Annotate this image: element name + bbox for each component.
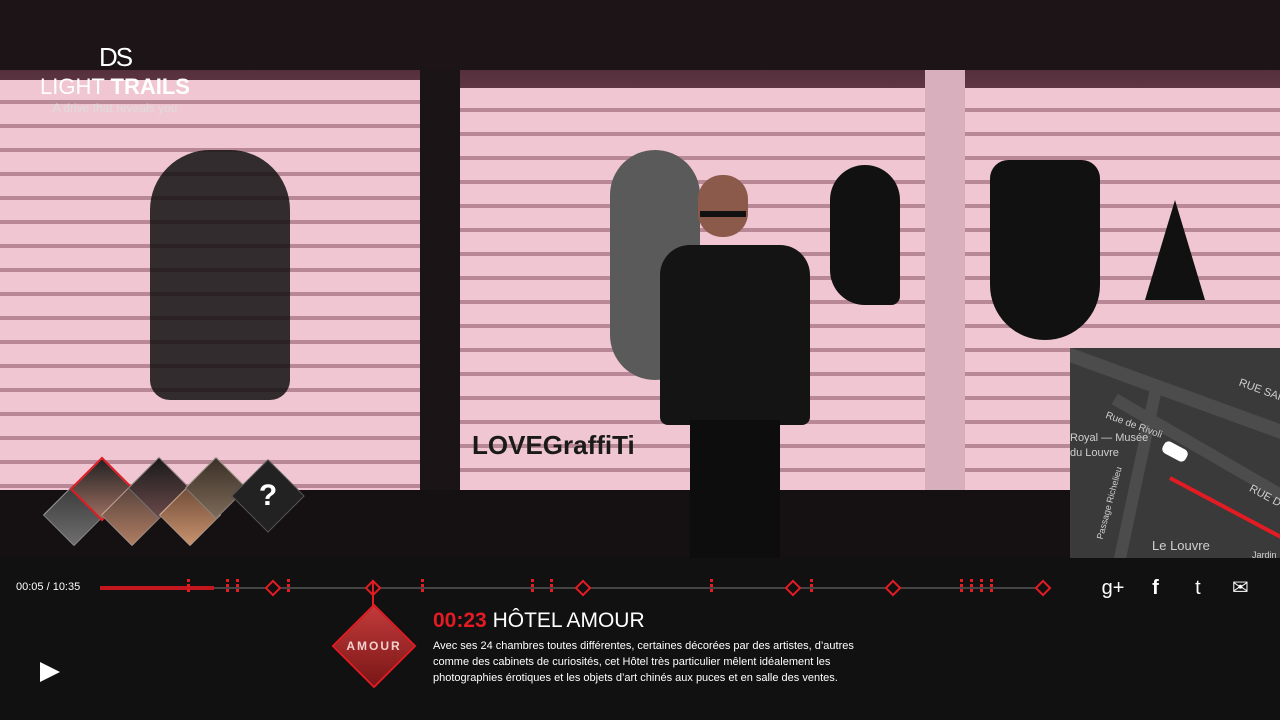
player-bar: 00:05 / 10:35 g+ f t ✉ AMOUR 00:23 HÔTEL…: [0, 558, 1280, 720]
timeline-marker[interactable]: [980, 579, 983, 597]
graffiti-shape: [990, 160, 1100, 340]
timeline-marker[interactable]: [287, 579, 290, 597]
map-label: RUE SAI: [1237, 376, 1280, 404]
chapter-title: 00:23 HÔTEL AMOUR: [433, 608, 645, 634]
map-label: Le Louvre: [1152, 538, 1210, 553]
timeline-chapter-marker[interactable]: [884, 579, 902, 597]
google-plus-icon[interactable]: g+: [1100, 576, 1126, 600]
hero-image: LOVEGraffiTi DS LIGHT TRAILS A drive tha…: [0, 0, 1280, 558]
site-title: LIGHT TRAILS: [40, 74, 190, 100]
timeline-chapter-marker[interactable]: [784, 579, 802, 597]
shutter-divider: [420, 0, 460, 558]
timeline-chapter-marker[interactable]: [264, 579, 282, 597]
person: [650, 175, 810, 558]
share-bar: g+ f t ✉: [1100, 576, 1265, 600]
timeline-marker[interactable]: [531, 579, 534, 597]
timeline-marker[interactable]: [810, 579, 813, 597]
facebook-icon[interactable]: f: [1142, 576, 1168, 600]
timeline-progress: [100, 586, 214, 590]
timeline-marker[interactable]: [970, 579, 973, 597]
timeline-marker[interactable]: [550, 579, 553, 597]
title-light: LIGHT: [40, 74, 105, 99]
timeline-marker[interactable]: [710, 579, 713, 597]
graffiti-shape: [150, 150, 290, 400]
graffiti-text: LOVEGraffiTi: [472, 430, 635, 460]
timeline-marker[interactable]: [236, 579, 239, 597]
tagline: A drive that reveals you: [52, 101, 178, 115]
ds-logo: DS: [98, 42, 133, 72]
chapter-thumb-text: AMOUR: [346, 639, 402, 653]
title-bold: TRAILS: [110, 74, 190, 99]
map-label: Royal — Musée: [1070, 432, 1149, 444]
timeline-track[interactable]: [100, 579, 1052, 597]
timeline-chapter-marker[interactable]: [1034, 579, 1052, 597]
chapter-thumbnail[interactable]: AMOUR: [331, 603, 417, 689]
mini-map[interactable]: RUE SAI Rue de Rivoli Royal — Musée du L…: [1070, 348, 1280, 558]
timecode: 00:05 / 10:35: [16, 581, 81, 593]
timeline-marker[interactable]: [960, 579, 963, 597]
wall-column: [925, 0, 965, 558]
play-icon[interactable]: [40, 662, 60, 682]
timeline-chapter-marker[interactable]: [574, 579, 592, 597]
chapter-name: HÔTEL AMOUR: [492, 609, 645, 632]
brand[interactable]: DS LIGHT TRAILS A drive that reveals you: [40, 40, 190, 116]
map-label: Jardin: [1252, 550, 1277, 558]
help-icon: ?: [258, 479, 278, 512]
map-label: du Louvre: [1070, 447, 1119, 459]
chapter-time: 00:23: [433, 609, 487, 632]
top-beam: [0, 0, 1280, 70]
timeline-marker[interactable]: [421, 579, 424, 597]
chapter-description: Avec ses 24 chambres toutes différentes,…: [433, 640, 854, 684]
timeline-marker[interactable]: [990, 579, 993, 597]
timeline-marker[interactable]: [187, 579, 190, 597]
graffiti-shape: [830, 165, 900, 305]
timeline-marker[interactable]: [226, 579, 229, 597]
mail-icon[interactable]: ✉: [1227, 576, 1253, 600]
twitter-icon[interactable]: t: [1185, 576, 1211, 600]
